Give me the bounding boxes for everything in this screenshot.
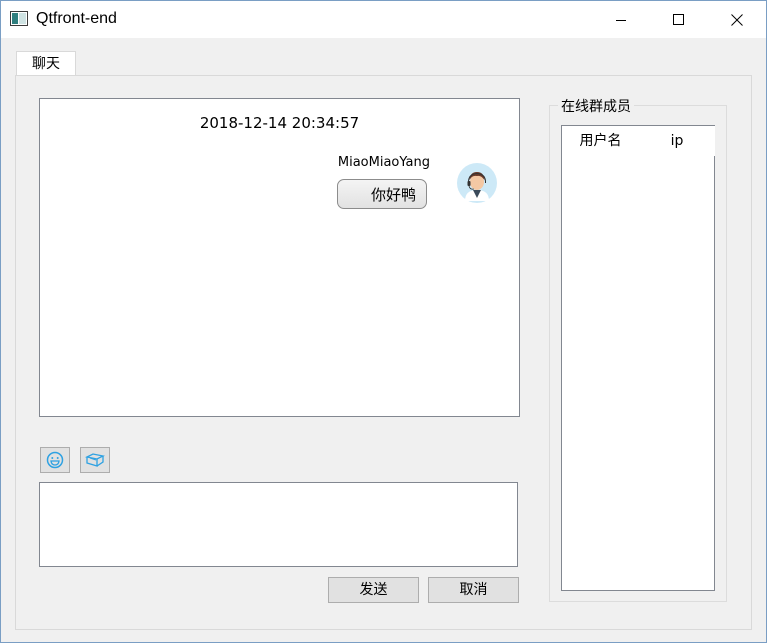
smiley-icon bbox=[46, 451, 64, 469]
window-title: Qtfront-end bbox=[36, 10, 117, 27]
sender-name: MiaoMiaoYang bbox=[337, 155, 430, 170]
message-timestamp: 2018-12-14 20:34:57 bbox=[199, 114, 360, 132]
close-button[interactable] bbox=[708, 1, 766, 38]
close-icon bbox=[731, 13, 743, 26]
box-icon bbox=[85, 453, 105, 467]
title-bar[interactable]: Qtfront-end bbox=[1, 1, 766, 38]
minimize-icon bbox=[616, 19, 626, 21]
maximize-button[interactable] bbox=[650, 1, 708, 38]
user-avatar bbox=[457, 163, 497, 203]
message-bubble: 你好鸭 bbox=[337, 179, 427, 209]
tab-chat[interactable]: 聊天 bbox=[16, 51, 76, 76]
minimize-button[interactable] bbox=[592, 1, 650, 38]
maximize-icon bbox=[673, 13, 684, 25]
members-table[interactable]: 用户名 ip bbox=[561, 125, 715, 591]
screenshot-button[interactable] bbox=[80, 447, 110, 473]
message-input[interactable] bbox=[39, 482, 518, 567]
column-header-ip[interactable]: ip bbox=[639, 126, 715, 156]
app-window: Qtfront-end 聊天 2018-12-14 20:34:57 MiaoM… bbox=[0, 0, 767, 643]
emoji-button[interactable] bbox=[40, 447, 70, 473]
cancel-button[interactable]: 取消 bbox=[428, 577, 519, 603]
column-header-username[interactable]: 用户名 bbox=[562, 126, 640, 156]
chat-display[interactable]: 2018-12-14 20:34:57 MiaoMiaoYang 你好鸭 bbox=[39, 98, 520, 417]
app-icon bbox=[10, 11, 28, 26]
send-button[interactable]: 发送 bbox=[328, 577, 419, 603]
online-members-title: 在线群成员 bbox=[558, 96, 634, 116]
